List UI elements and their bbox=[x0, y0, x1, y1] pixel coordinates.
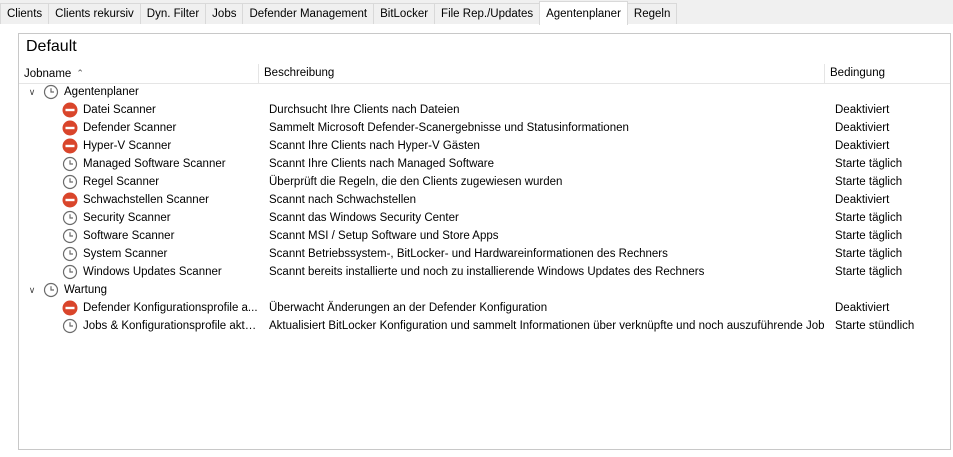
job-row[interactable]: Jobs & Konfigurationsprofile aktu... Aktu… bbox=[19, 317, 950, 335]
job-row[interactable]: Software Scanner Scannt MSI / Setup Softw… bbox=[19, 227, 950, 245]
clock-icon bbox=[62, 228, 78, 244]
clock-icon bbox=[62, 210, 78, 226]
job-tree: ∨ Agentenplaner Datei Scanner Durchsucht Ih… bbox=[19, 83, 950, 335]
column-header-row: Jobname ⌃ Beschreibung Bedingung bbox=[19, 64, 950, 84]
job-condition: Deaktiviert bbox=[835, 302, 890, 314]
tab-bitlocker[interactable]: BitLocker bbox=[373, 3, 436, 24]
job-row[interactable]: Schwachstellen Scanner Scannt nach Schwac… bbox=[19, 191, 950, 209]
job-condition: Deaktiviert bbox=[835, 104, 890, 116]
job-condition: Starte täglich bbox=[835, 266, 903, 278]
clock-icon bbox=[43, 282, 59, 298]
job-name: Datei Scanner bbox=[83, 104, 156, 116]
job-condition: Starte täglich bbox=[835, 212, 903, 224]
column-header-description[interactable]: Beschreibung bbox=[259, 64, 825, 83]
job-description: Aktualisiert BitLocker Konfiguration und… bbox=[269, 320, 824, 332]
job-description: Scannt nach Schwachstellen bbox=[269, 194, 417, 206]
job-name: Schwachstellen Scanner bbox=[83, 194, 209, 206]
job-description: Überprüft die Regeln, die den Clients zu… bbox=[269, 176, 563, 188]
job-row[interactable]: Windows Updates Scanner Scannt bereits in… bbox=[19, 263, 950, 281]
disabled-icon bbox=[62, 192, 78, 208]
clock-icon bbox=[62, 264, 78, 280]
job-condition: Deaktiviert bbox=[835, 194, 890, 206]
sort-ascending-icon: ⌃ bbox=[76, 68, 84, 78]
tab-bar: Clients Clients rekursiv Dyn. Filter Jobs De… bbox=[0, 0, 953, 25]
clock-icon bbox=[62, 174, 78, 190]
chevron-down-icon[interactable]: ∨ bbox=[26, 83, 38, 101]
group-label: Wartung bbox=[64, 284, 108, 296]
job-description: Sammelt Microsoft Defender-Scanergebniss… bbox=[269, 122, 629, 134]
job-name: Managed Software Scanner bbox=[83, 158, 226, 170]
job-row[interactable]: System Scanner Scannt Betriebssystem-, Bi… bbox=[19, 245, 950, 263]
job-description: Überwacht Änderungen an der Defender Kon… bbox=[269, 302, 548, 314]
job-description: Scannt MSI / Setup Software und Store Ap… bbox=[269, 230, 499, 242]
clock-icon bbox=[62, 156, 78, 172]
tab-content: Default Jobname ⌃ Beschreibung Bedingung … bbox=[0, 24, 953, 457]
job-condition: Deaktiviert bbox=[835, 140, 890, 152]
clock-icon bbox=[62, 318, 78, 334]
column-header-jobname-label: Jobname bbox=[24, 68, 72, 80]
job-description: Scannt Betriebssystem-, BitLocker- und H… bbox=[269, 248, 668, 260]
column-header-condition-label: Bedingung bbox=[830, 67, 885, 79]
job-condition: Starte täglich bbox=[835, 176, 903, 188]
tab-clients[interactable]: Clients bbox=[0, 3, 50, 24]
job-condition: Starte stündlich bbox=[835, 320, 915, 332]
job-condition: Starte täglich bbox=[835, 230, 903, 242]
job-row[interactable]: Managed Software Scanner Scannt Ihre Clie… bbox=[19, 155, 950, 173]
job-description: Scannt bereits installierte und noch zu … bbox=[269, 266, 705, 278]
column-header-description-label: Beschreibung bbox=[264, 67, 335, 79]
job-description: Scannt Ihre Clients nach Managed Softwar… bbox=[269, 158, 495, 170]
job-name: Defender Scanner bbox=[83, 122, 177, 134]
disabled-icon bbox=[62, 300, 78, 316]
job-row[interactable]: Defender Scanner Sammelt Microsoft Defend… bbox=[19, 119, 950, 137]
chevron-down-icon[interactable]: ∨ bbox=[26, 281, 38, 299]
tab-defender-management[interactable]: Defender Management bbox=[242, 3, 375, 24]
job-condition: Starte täglich bbox=[835, 248, 903, 260]
disabled-icon bbox=[62, 102, 78, 118]
job-condition: Starte täglich bbox=[835, 158, 903, 170]
job-description: Scannt Ihre Clients nach Hyper-V Gästen bbox=[269, 140, 480, 152]
column-header-jobname[interactable]: Jobname ⌃ bbox=[19, 64, 259, 83]
job-row[interactable]: Regel Scanner Überprüft die Regeln, die d… bbox=[19, 173, 950, 191]
panel-title: Default bbox=[26, 38, 77, 55]
disabled-icon bbox=[62, 138, 78, 154]
job-name: Security Scanner bbox=[83, 212, 171, 224]
group-label: Agentenplaner bbox=[64, 86, 139, 98]
job-condition: Deaktiviert bbox=[835, 122, 890, 134]
job-name: Defender Konfigurationsprofile a... bbox=[83, 302, 258, 314]
job-name: Jobs & Konfigurationsprofile aktu... bbox=[83, 320, 259, 332]
tab-clients-rekursiv[interactable]: Clients rekursiv bbox=[48, 3, 141, 24]
clock-icon bbox=[62, 246, 78, 262]
job-name: Windows Updates Scanner bbox=[83, 266, 222, 278]
tab-regeln[interactable]: Regeln bbox=[626, 3, 678, 24]
job-row[interactable]: Defender Konfigurationsprofile a... Überw… bbox=[19, 299, 950, 317]
job-row[interactable]: Hyper-V Scanner Scannt Ihre Clients nach … bbox=[19, 137, 950, 155]
tab-agentenplaner[interactable]: Agentenplaner bbox=[539, 1, 628, 25]
job-name: Hyper-V Scanner bbox=[83, 140, 172, 152]
job-panel: Default Jobname ⌃ Beschreibung Bedingung … bbox=[18, 33, 951, 450]
job-name: System Scanner bbox=[83, 248, 168, 260]
group-row[interactable]: ∨ Wartung bbox=[19, 281, 950, 299]
job-description: Durchsucht Ihre Clients nach Dateien bbox=[269, 104, 460, 116]
disabled-icon bbox=[62, 120, 78, 136]
tab-jobs[interactable]: Jobs bbox=[205, 3, 244, 24]
clock-icon bbox=[43, 84, 59, 100]
job-row[interactable]: Security Scanner Scannt das Windows Secur… bbox=[19, 209, 950, 227]
column-header-condition[interactable]: Bedingung bbox=[825, 64, 950, 83]
job-row[interactable]: Datei Scanner Durchsucht Ihre Clients nac… bbox=[19, 101, 950, 119]
group-row[interactable]: ∨ Agentenplaner bbox=[19, 83, 950, 101]
tab-file-rep-updates[interactable]: File Rep./Updates bbox=[434, 3, 541, 24]
job-description: Scannt das Windows Security Center bbox=[269, 212, 459, 224]
job-name: Regel Scanner bbox=[83, 176, 160, 188]
job-name: Software Scanner bbox=[83, 230, 175, 242]
tab-dyn-filter[interactable]: Dyn. Filter bbox=[139, 3, 207, 24]
